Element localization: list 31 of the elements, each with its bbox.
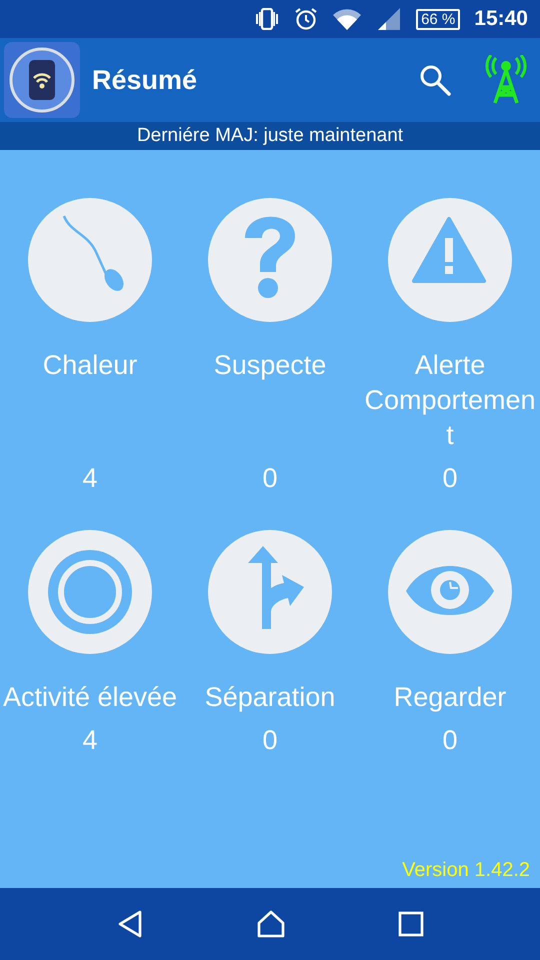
category-label: Chaleur	[42, 349, 138, 382]
category-label: Suspecte	[212, 349, 328, 382]
vibrate-icon	[254, 8, 280, 30]
category-label: Regarder	[392, 681, 508, 714]
search-icon[interactable]	[418, 63, 452, 97]
recents-icon[interactable]	[398, 911, 424, 937]
category-count: 0	[441, 725, 459, 756]
version-text: Version 1.42.2	[401, 859, 531, 883]
screen-title: Résumé	[92, 64, 198, 96]
last-update-text: Derniére MAJ: juste maintenant	[0, 122, 540, 150]
home-icon[interactable]	[256, 909, 286, 939]
category-count: 4	[81, 463, 99, 494]
alarm-icon	[294, 7, 318, 31]
category-count: 0	[261, 463, 279, 494]
category-count: 0	[441, 463, 459, 494]
category-label: Alerte Comportement	[363, 349, 537, 452]
signal-icon	[376, 8, 402, 30]
category-count: 4	[81, 725, 99, 756]
back-icon[interactable]	[116, 909, 144, 939]
status-time: 15:40	[474, 7, 528, 31]
category-count: 0	[261, 725, 279, 756]
app-logo-icon	[4, 42, 80, 118]
warning-icon[interactable]	[388, 198, 512, 322]
sperm-icon[interactable]	[28, 198, 152, 322]
battery-indicator: 66 %	[416, 8, 460, 30]
eye-icon[interactable]	[388, 530, 512, 654]
question-icon[interactable]	[208, 198, 332, 322]
wifi-icon	[332, 8, 362, 30]
category-label: Séparation	[204, 681, 336, 714]
category-label: Activité élevée	[2, 681, 178, 714]
ring-icon[interactable]	[28, 530, 152, 654]
